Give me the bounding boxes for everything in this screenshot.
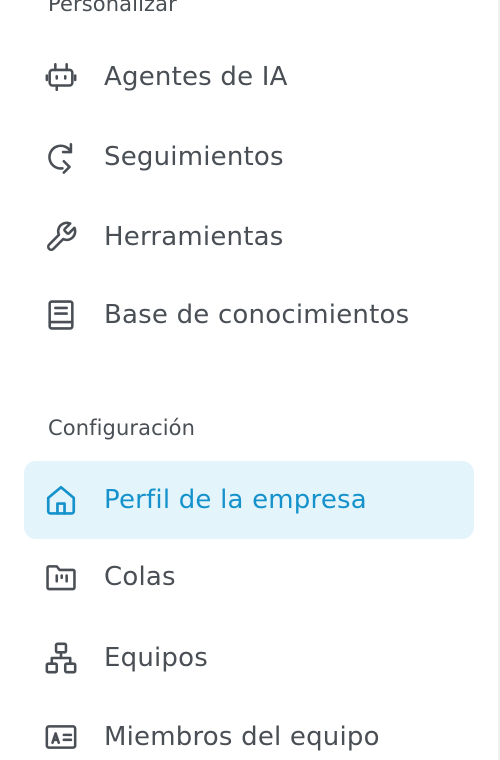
robot-icon — [43, 59, 79, 95]
section-title-personalizar: Personalizar — [48, 0, 177, 16]
sidebar-item-colas[interactable]: Colas — [24, 538, 474, 616]
sidebar-item-perfil-empresa[interactable]: Perfil de la empresa — [24, 461, 474, 539]
sidebar-item-label: Equipos — [104, 643, 208, 673]
sidebar-item-seguimientos[interactable]: Seguimientos — [24, 118, 474, 196]
book-icon — [43, 297, 79, 333]
home-icon — [43, 482, 79, 518]
follow-up-arrow-icon — [43, 139, 79, 175]
org-chart-icon — [43, 640, 79, 676]
sidebar-item-label: Seguimientos — [104, 142, 284, 172]
sidebar-item-miembros-equipo[interactable]: Miembros del equipo — [24, 698, 474, 760]
settings-sidebar: Personalizar Agentes de IA Seguimientos — [0, 0, 500, 760]
sidebar-item-base-conocimientos[interactable]: Base de conocimientos — [24, 276, 474, 354]
sidebar-item-label: Base de conocimientos — [104, 300, 410, 330]
wrench-icon — [43, 219, 79, 255]
sidebar-item-label: Perfil de la empresa — [104, 485, 367, 515]
sidebar-item-equipos[interactable]: Equipos — [24, 619, 474, 697]
section-title-configuracion: Configuración — [48, 416, 196, 440]
sidebar-item-label: Agentes de IA — [104, 62, 288, 92]
sidebar-item-label: Colas — [104, 562, 176, 592]
id-card-icon — [43, 719, 79, 755]
queue-folder-icon — [43, 559, 79, 595]
sidebar-item-agentes-ia[interactable]: Agentes de IA — [24, 38, 474, 116]
sidebar-item-label: Herramientas — [104, 222, 284, 252]
sidebar-item-label: Miembros del equipo — [104, 722, 380, 752]
sidebar-item-herramientas[interactable]: Herramientas — [24, 198, 474, 276]
